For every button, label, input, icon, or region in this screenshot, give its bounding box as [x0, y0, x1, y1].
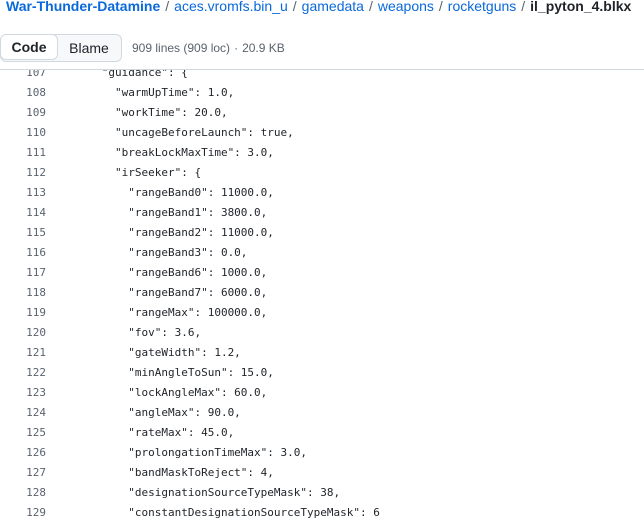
view-mode-toggle: Code Blame	[0, 34, 122, 62]
breadcrumb-separator: /	[438, 0, 443, 14]
code-line: 115 "rangeBand2": 11000.0,	[0, 223, 644, 243]
code-line: 120 "fov": 3.6,	[0, 323, 644, 343]
code-line: 113 "rangeBand0": 11000.0,	[0, 183, 644, 203]
breadcrumb-separator: /	[521, 0, 526, 14]
code-text: "guidance": {	[62, 69, 188, 79]
code-line: 122 "minAngleToSun": 15.0,	[0, 363, 644, 383]
code-line: 107 "guidance": {	[0, 69, 644, 83]
code-text: "rangeBand3": 0.0,	[62, 246, 248, 259]
breadcrumb-separator: /	[165, 0, 170, 14]
line-number[interactable]: 116	[0, 243, 46, 263]
code-text: "rangeBand2": 11000.0,	[62, 226, 274, 239]
code-line: 119 "rangeMax": 100000.0,	[0, 303, 644, 323]
breadcrumb: War-Thunder-Datamine / aces.vromfs.bin_u / g…	[6, 0, 631, 16]
code-line: 114 "rangeBand1": 3800.0,	[0, 203, 644, 223]
blame-view-button[interactable]: Blame	[57, 35, 121, 61]
code-text: "designationSourceTypeMask": 38,	[62, 486, 341, 499]
breadcrumb-separator: /	[368, 0, 373, 14]
code-line: 123 "lockAngleMax": 60.0,	[0, 383, 644, 403]
line-number[interactable]: 127	[0, 463, 46, 483]
code-view-button[interactable]: Code	[1, 35, 58, 60]
code-text: "rangeMax": 100000.0,	[62, 306, 268, 319]
line-number[interactable]: 111	[0, 143, 46, 163]
line-number[interactable]: 126	[0, 443, 46, 463]
line-number[interactable]: 124	[0, 403, 46, 423]
code-line: 126 "prolongationTimeMax": 3.0,	[0, 443, 644, 463]
code-line: 108 "warmUpTime": 1.0,	[0, 83, 644, 103]
code-text: "rangeBand7": 6000.0,	[62, 286, 268, 299]
code-text: "lockAngleMax": 60.0,	[62, 386, 268, 399]
line-number[interactable]: 108	[0, 83, 46, 103]
file-info: 909 lines (909 loc) · 20.9 KB	[132, 34, 285, 62]
code-view[interactable]: 107 "guidance": {108 "warmUpTime": 1.0, 1…	[0, 69, 644, 522]
code-text: "irSeeker": {	[62, 166, 202, 179]
code-line: 112 "irSeeker": {	[0, 163, 644, 183]
line-number[interactable]: 129	[0, 503, 46, 522]
code-line: 127 "bandMaskToReject": 4,	[0, 463, 644, 483]
code-text: "warmUpTime": 1.0,	[62, 86, 235, 99]
line-number[interactable]: 114	[0, 203, 46, 223]
code-line: 124 "angleMax": 90.0,	[0, 403, 644, 423]
code-text: "uncageBeforeLaunch": true,	[62, 126, 294, 139]
line-number[interactable]: 109	[0, 103, 46, 123]
code-line: 116 "rangeBand3": 0.0,	[0, 243, 644, 263]
code-line: 121 "gateWidth": 1.2,	[0, 343, 644, 363]
code-text: "breakLockMaxTime": 3.0,	[62, 146, 274, 159]
line-number[interactable]: 128	[0, 483, 46, 503]
info-separator: ·	[234, 41, 239, 55]
breadcrumb-link-weapons[interactable]: weapons	[378, 0, 434, 14]
code-text: "fov": 3.6,	[62, 326, 202, 339]
breadcrumb-link-gamedata[interactable]: gamedata	[302, 0, 364, 14]
line-number[interactable]: 117	[0, 263, 46, 283]
file-toolbar: Code Blame 909 lines (909 loc) · 20.9 KB	[0, 34, 644, 64]
line-number[interactable]: 122	[0, 363, 46, 383]
code-line: 125 "rateMax": 45.0,	[0, 423, 644, 443]
code-line: 110 "uncageBeforeLaunch": true,	[0, 123, 644, 143]
breadcrumb-repo-link[interactable]: War-Thunder-Datamine	[6, 0, 160, 14]
line-number[interactable]: 119	[0, 303, 46, 323]
code-text: "bandMaskToReject": 4,	[62, 466, 274, 479]
line-number[interactable]: 125	[0, 423, 46, 443]
code-line: 109 "workTime": 20.0,	[0, 103, 644, 123]
file-size: 20.9 KB	[242, 41, 285, 55]
code-text: "rangeBand1": 3800.0,	[62, 206, 268, 219]
code-text: "workTime": 20.0,	[62, 106, 228, 119]
line-number[interactable]: 112	[0, 163, 46, 183]
code-text: "rangeBand6": 1000.0,	[62, 266, 268, 279]
code-text: "minAngleToSun": 15.0,	[62, 366, 274, 379]
code-line: 117 "rangeBand6": 1000.0,	[0, 263, 644, 283]
breadcrumb-link-aces-vromfs[interactable]: aces.vromfs.bin_u	[174, 0, 288, 14]
code-line: 118 "rangeBand7": 6000.0,	[0, 283, 644, 303]
line-count: 909 lines (909 loc)	[132, 41, 231, 55]
code-text: "angleMax": 90.0,	[62, 406, 241, 419]
line-number[interactable]: 121	[0, 343, 46, 363]
line-number[interactable]: 107	[0, 70, 46, 83]
breadcrumb-separator: /	[292, 0, 297, 14]
breadcrumb-link-rocketguns[interactable]: rocketguns	[448, 0, 516, 14]
line-number[interactable]: 110	[0, 123, 46, 143]
code-line: 111 "breakLockMaxTime": 3.0,	[0, 143, 644, 163]
code-line: 128 "designationSourceTypeMask": 38,	[0, 483, 644, 503]
code-text: "constantDesignationSourceTypeMask": 6	[62, 506, 380, 519]
code-text: "prolongationTimeMax": 3.0,	[62, 446, 308, 459]
breadcrumb-current-file: il_pyton_4.blkx	[530, 0, 632, 14]
line-number[interactable]: 118	[0, 283, 46, 303]
line-number[interactable]: 123	[0, 383, 46, 403]
line-number[interactable]: 120	[0, 323, 46, 343]
line-number[interactable]: 115	[0, 223, 46, 243]
code-text: "rangeBand0": 11000.0,	[62, 186, 274, 199]
line-number[interactable]: 113	[0, 183, 46, 203]
code-text: "rateMax": 45.0,	[62, 426, 235, 439]
code-line: 129 "constantDesignationSourceTypeMask":…	[0, 503, 644, 522]
code-text: "gateWidth": 1.2,	[62, 346, 241, 359]
